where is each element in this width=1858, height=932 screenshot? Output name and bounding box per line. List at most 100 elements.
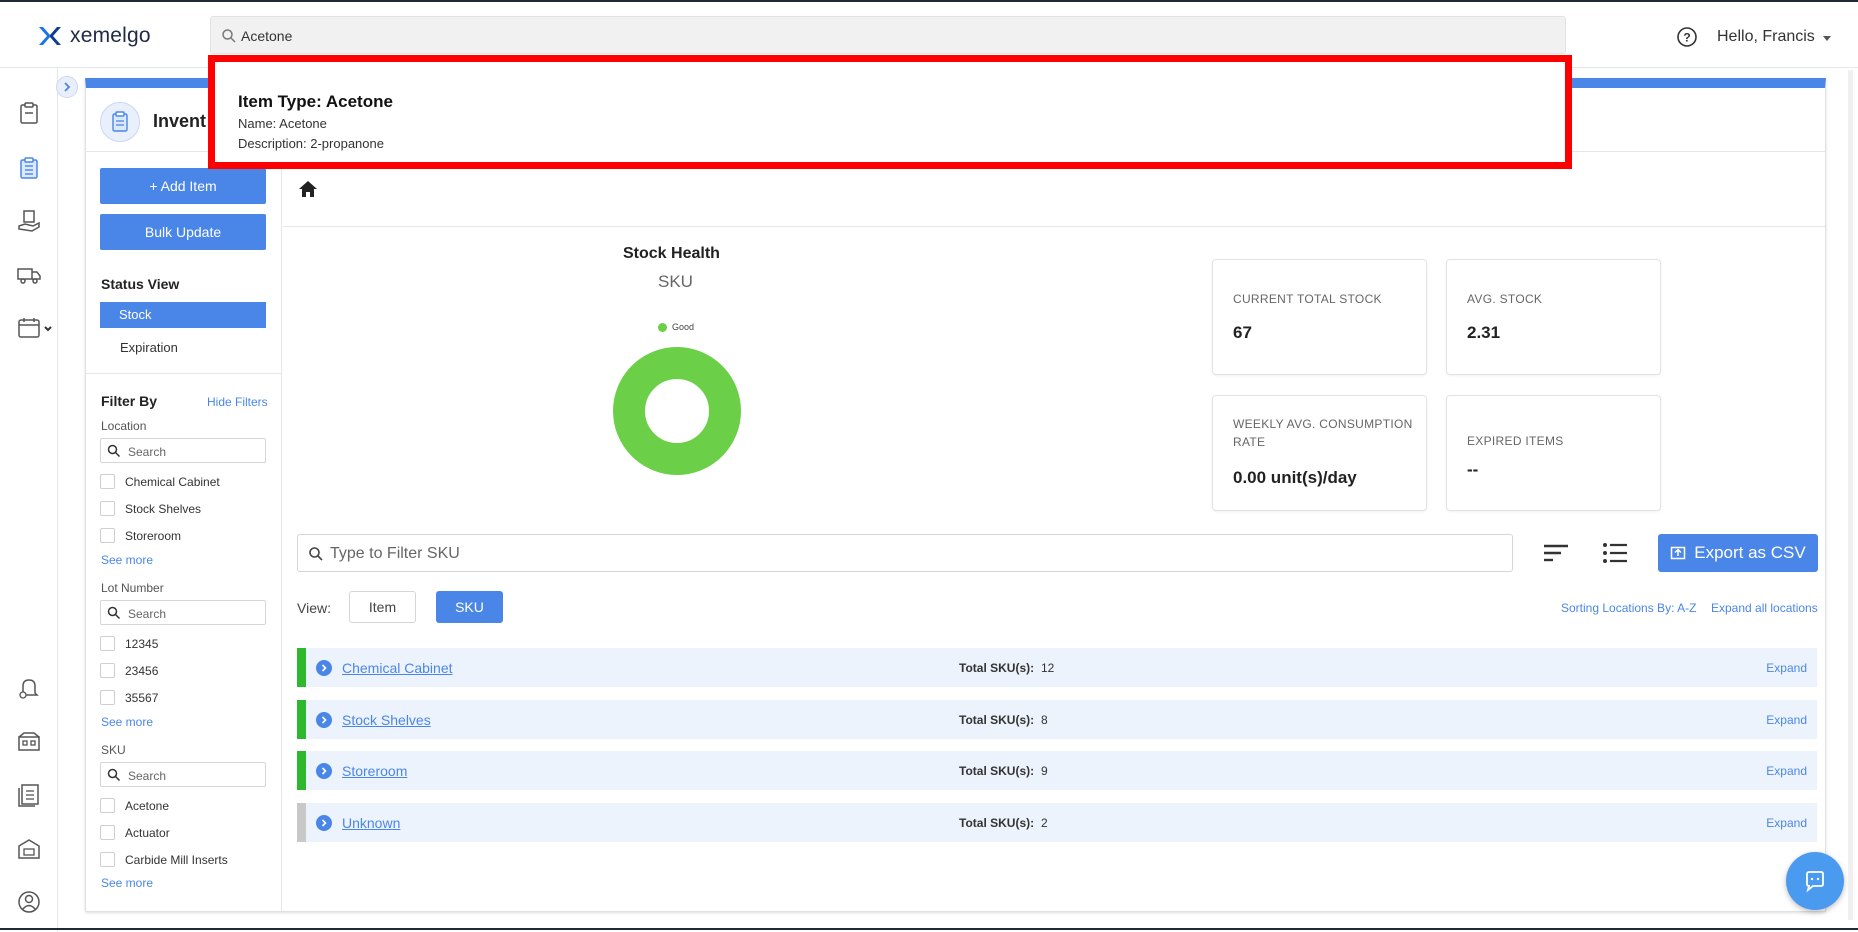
sku-see-more-link[interactable]: See more xyxy=(101,876,153,890)
location-filter-label: Location xyxy=(101,419,147,433)
bulk-update-button[interactable]: Bulk Update xyxy=(100,214,266,250)
location-name-link[interactable]: Unknown xyxy=(342,815,400,831)
filter-by-title: Filter By xyxy=(101,393,158,409)
lot-number-option[interactable]: 12345 xyxy=(100,636,158,651)
lot-number-see-more-link[interactable]: See more xyxy=(101,715,153,729)
window-bottom-edge xyxy=(0,928,1858,930)
filter-placeholder: Type to Filter SKU xyxy=(330,545,460,562)
sku-option[interactable]: Acetone xyxy=(100,798,169,813)
location-option[interactable]: Stock Shelves xyxy=(100,501,201,516)
location-row[interactable]: Unknown Total SKU(s): 2 Expand xyxy=(297,803,1817,842)
user-greeting[interactable]: Hello, Francis xyxy=(1717,28,1815,46)
location-row[interactable]: Stock Shelves Total SKU(s): 8 Expand xyxy=(297,700,1817,739)
sku-option[interactable]: Actuator xyxy=(100,825,170,840)
reports-icon[interactable] xyxy=(16,782,42,808)
hide-filters-link[interactable]: Hide Filters xyxy=(207,395,268,409)
location-name-link[interactable]: Stock Shelves xyxy=(342,712,431,728)
popup-name-line: Name: Acetone xyxy=(238,116,327,131)
expand-link[interactable]: Expand xyxy=(1766,816,1807,830)
status-view-stock[interactable]: Stock xyxy=(100,302,266,328)
stock-health-donut-chart[interactable] xyxy=(613,347,741,475)
status-view-expiration[interactable]: Expiration xyxy=(120,340,178,355)
logo[interactable]: xemelgo xyxy=(38,24,151,48)
view-item-button[interactable]: Item xyxy=(349,591,416,623)
expand-link[interactable]: Expand xyxy=(1766,764,1807,778)
stat-value: 67 xyxy=(1233,323,1252,342)
lot-number-option[interactable]: 23456 xyxy=(100,663,158,678)
total-sku-label: Total SKU(s): xyxy=(959,816,1035,830)
checkbox[interactable] xyxy=(100,636,115,651)
stat-label: WEEKLY AVG. CONSUMPTION xyxy=(1233,417,1413,431)
sku-filter-label: SKU xyxy=(101,743,126,757)
help-icon[interactable]: ? xyxy=(1676,26,1698,48)
search-placeholder: Search xyxy=(128,769,167,783)
global-search-input[interactable]: Acetone xyxy=(210,16,1566,54)
sort-icon[interactable] xyxy=(1542,541,1570,565)
checkbox[interactable] xyxy=(100,690,115,705)
rail-expand-button[interactable] xyxy=(56,76,78,98)
alert-settings-icon[interactable] xyxy=(16,675,42,701)
add-item-button[interactable]: + Add Item xyxy=(100,168,266,204)
view-label: View: xyxy=(297,600,331,616)
checkbox[interactable] xyxy=(100,852,115,867)
inventory-icon[interactable] xyxy=(16,155,42,181)
view-sku-button[interactable]: SKU xyxy=(436,591,503,623)
location-name-link[interactable]: Chemical Cabinet xyxy=(342,660,453,676)
checkbox[interactable] xyxy=(100,474,115,489)
checkbox[interactable] xyxy=(100,663,115,678)
expand-all-locations-link[interactable]: Expand all locations xyxy=(1711,601,1818,615)
checkbox[interactable] xyxy=(100,528,115,543)
donut-good-slice[interactable] xyxy=(613,347,741,475)
asset-hand-icon[interactable] xyxy=(16,208,42,234)
chevron-right-icon[interactable] xyxy=(316,763,332,779)
chevron-right-icon[interactable] xyxy=(316,815,332,831)
item-type-search-result[interactable]: Item Type: Acetone Name: Acetone Descrip… xyxy=(208,55,1572,169)
breadcrumb-divider xyxy=(283,226,1825,227)
site-settings-icon[interactable] xyxy=(16,836,42,862)
chat-support-button[interactable] xyxy=(1786,852,1844,910)
checkbox[interactable] xyxy=(100,501,115,516)
option-label: 23456 xyxy=(125,663,159,678)
status-bar xyxy=(297,803,306,842)
facility-icon[interactable] xyxy=(16,728,42,754)
location-option[interactable]: Storeroom xyxy=(100,528,181,543)
lot-number-search-input[interactable]: Search xyxy=(100,600,266,625)
sku-option[interactable]: Carbide Mill Inserts xyxy=(100,852,228,867)
sku-search-input[interactable]: Search xyxy=(100,762,266,787)
total-sku-value: 9 xyxy=(1041,764,1048,778)
user-menu-caret-icon[interactable] xyxy=(1823,36,1831,41)
search-value: Acetone xyxy=(241,28,293,44)
export-csv-button[interactable]: Export as CSV xyxy=(1658,534,1818,572)
location-name-link[interactable]: Storeroom xyxy=(342,763,407,779)
stat-value: 0.00 unit(s)/day xyxy=(1233,468,1357,487)
checkbox[interactable] xyxy=(100,825,115,840)
legend-good-label: Good xyxy=(672,322,695,332)
location-row[interactable]: Chemical Cabinet Total SKU(s): 12 Expand xyxy=(297,648,1817,687)
shipping-truck-icon[interactable] xyxy=(16,262,42,288)
option-label: Actuator xyxy=(125,825,170,840)
location-row[interactable]: Storeroom Total SKU(s): 9 Expand xyxy=(297,751,1817,790)
sort-locations-link[interactable]: Sorting Locations By: A-Z xyxy=(1561,601,1696,615)
xemelgo-logo-icon xyxy=(39,27,61,45)
sku-filter-input[interactable]: Type to Filter SKU xyxy=(297,534,1513,572)
page-title: Invent xyxy=(153,111,207,131)
expand-link[interactable]: Expand xyxy=(1766,713,1807,727)
expand-link[interactable]: Expand xyxy=(1766,661,1807,675)
chevron-right-icon[interactable] xyxy=(316,712,332,728)
lot-number-option[interactable]: 35567 xyxy=(100,690,158,705)
location-option[interactable]: Chemical Cabinet xyxy=(100,474,220,489)
home-icon[interactable] xyxy=(298,180,318,198)
location-search-input[interactable]: Search xyxy=(100,438,266,463)
work-order-icon[interactable] xyxy=(16,100,42,126)
current-total-stock-card: CURRENT TOTAL STOCK 67 xyxy=(1212,259,1427,375)
option-label: Acetone xyxy=(125,798,170,813)
location-see-more-link[interactable]: See more xyxy=(101,553,153,567)
checkbox[interactable] xyxy=(100,798,115,813)
list-view-icon[interactable] xyxy=(1601,541,1629,565)
chevron-right-icon[interactable] xyxy=(316,660,332,676)
chart-legend: Good xyxy=(658,322,694,332)
calendar-dropdown-icon[interactable] xyxy=(16,315,56,341)
user-profile-icon[interactable] xyxy=(16,889,42,915)
page-scrollbar[interactable] xyxy=(1848,70,1853,920)
search-icon xyxy=(107,606,121,620)
